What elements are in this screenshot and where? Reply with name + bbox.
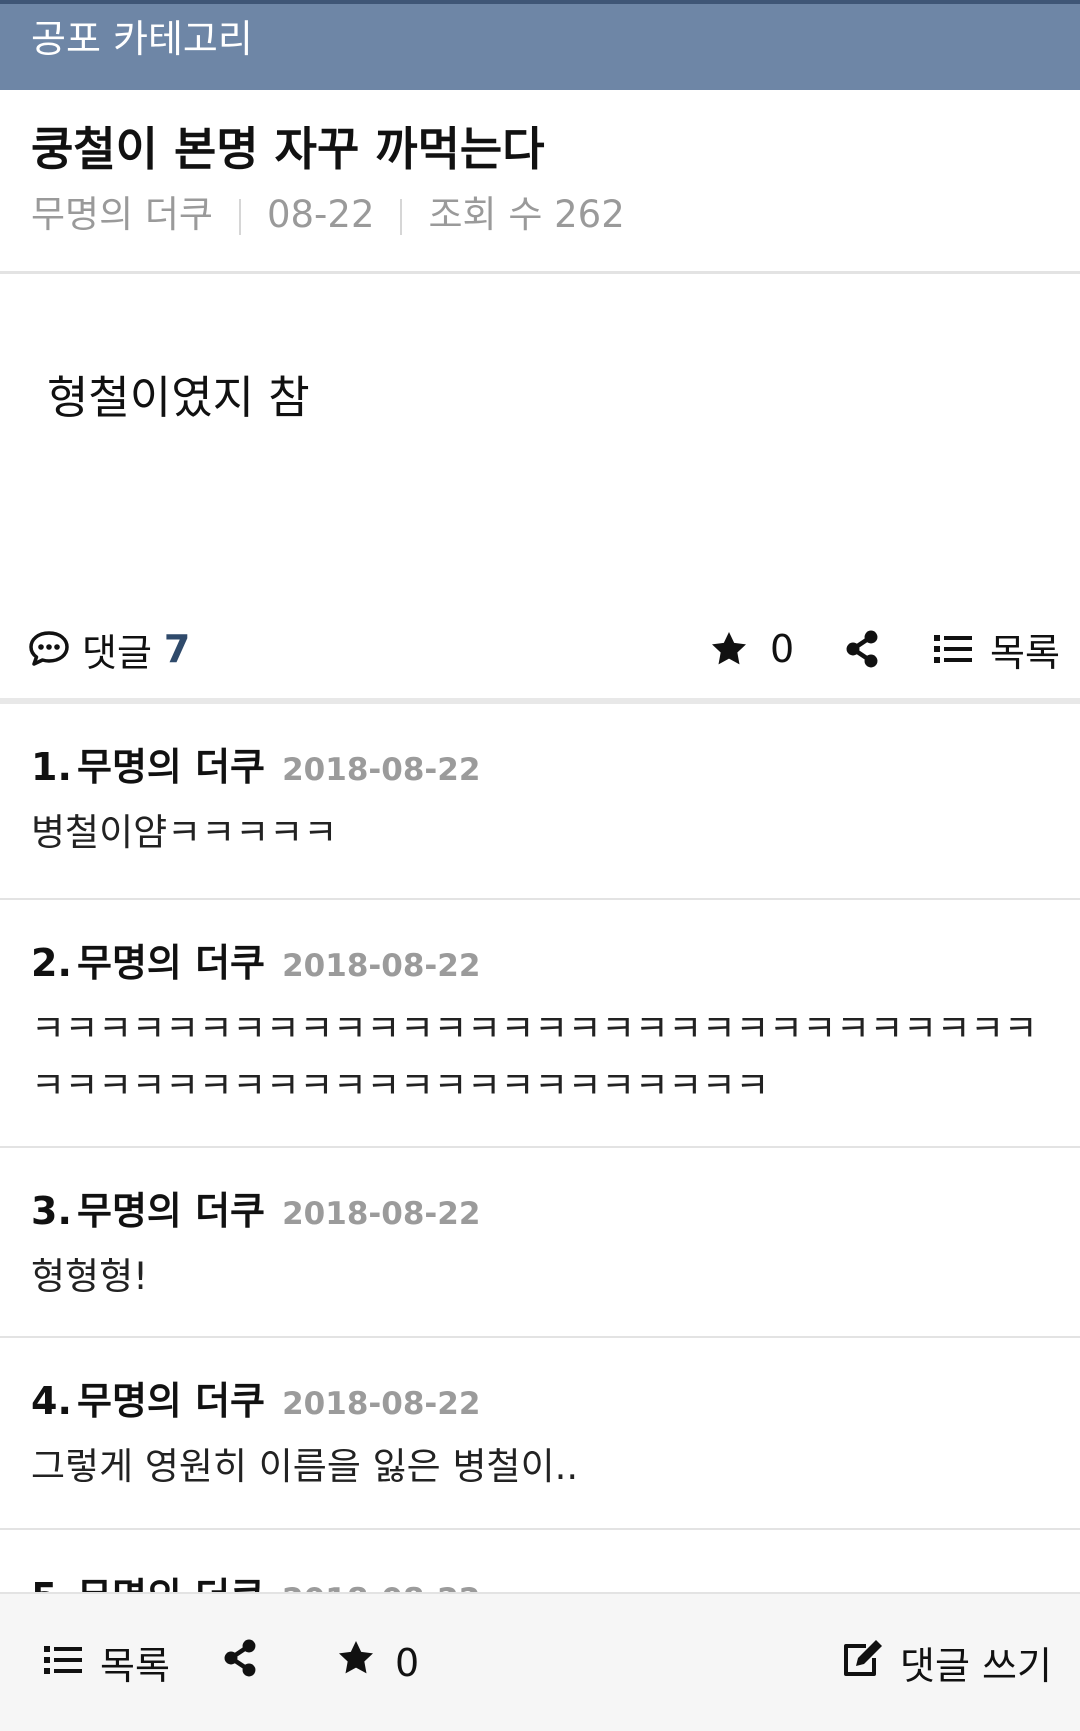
comment-author[interactable]: 무명의 더쿠 [77, 745, 265, 789]
comment-author[interactable]: 무명의 더쿠 [77, 1189, 265, 1233]
comment-item: 1. 무명의 더쿠 2018-08-22 병철이얌ㅋㅋㅋㅋㅋ [0, 704, 1080, 900]
comment-header: 3. 무명의 더쿠 2018-08-22 [31, 1184, 480, 1246]
like-button[interactable]: 0 [708, 600, 794, 698]
comment-item: 3. 무명의 더쿠 2018-08-22 형형형! [0, 1148, 1080, 1338]
category-title[interactable]: 공포 카테고리 [31, 14, 253, 64]
comment-date: 2018-08-22 [282, 752, 481, 788]
comment-item: 2. 무명의 더쿠 2018-08-22 ㅋㅋㅋㅋㅋㅋㅋㅋㅋㅋㅋㅋㅋㅋㅋㅋㅋㅋㅋ… [0, 900, 1080, 1148]
comment-item: 4. 무명의 더쿠 2018-08-22 그렇게 영원히 이름을 잃은 병철이.… [0, 1338, 1080, 1530]
comment-author[interactable]: 무명의 더쿠 [77, 941, 265, 985]
list-button[interactable]: 목록 [934, 600, 1060, 698]
comment-text: ㅋㅋㅋㅋㅋㅋㅋㅋㅋㅋㅋㅋㅋㅋㅋㅋㅋㅋㅋㅋㅋㅋㅋㅋㅋㅋㅋㅋㅋㅋㅋㅋㅋㅋㅋㅋㅋㅋㅋㅋ… [31, 1007, 1038, 1107]
comment-text: 형형형! [31, 1255, 148, 1298]
comment-header: 1. 무명의 더쿠 2018-08-22 [31, 740, 480, 802]
comments-button[interactable]: 댓글 7 [28, 600, 190, 698]
comment-text: 병철이얌ㅋㅋㅋㅋㅋ [31, 811, 338, 854]
comments-count: 7 [163, 627, 191, 671]
bottom-toolbar: 목록 0 댓글 쓰기 [0, 1592, 1080, 1731]
write-comment-label: 댓글 쓰기 [900, 1644, 1052, 1688]
post-body: 형철이였지 참 [47, 371, 310, 424]
comment-author[interactable]: 무명의 더쿠 [77, 1379, 265, 1423]
comments-label: 댓글 [82, 630, 152, 675]
post-header: 쿵철이 본명 자꾸 까먹는다 무명의 더쿠 08-22 조회 수 262 [0, 90, 1080, 274]
comment-date: 2018-08-22 [282, 1386, 481, 1422]
bottom-share-button[interactable] [222, 1594, 258, 1731]
bottom-like-button[interactable]: 0 [335, 1594, 419, 1731]
comment-index: 1. [31, 745, 72, 789]
like-count: 0 [770, 627, 795, 671]
post-title: 쿵철이 본명 자꾸 까먹는다 [31, 122, 545, 176]
comment-index: 3. [31, 1189, 72, 1233]
share-icon [222, 1638, 258, 1687]
list-label: 목록 [990, 630, 1060, 675]
star-icon [335, 1638, 377, 1687]
comment-index: 4. [31, 1379, 72, 1423]
comment-text: 그렇게 영원히 이름을 잃은 병철이.. [31, 1445, 579, 1488]
post-views: 조회 수 262 [428, 193, 625, 236]
list-icon [44, 1641, 82, 1685]
comment-date: 2018-08-22 [282, 1196, 481, 1232]
bottom-list-button[interactable]: 목록 [44, 1594, 170, 1731]
share-button[interactable] [844, 600, 880, 698]
write-comment-button[interactable]: 댓글 쓰기 [840, 1594, 1052, 1731]
post-action-bar: 댓글 7 0 목록 [0, 600, 1080, 704]
comment-bubble-icon [28, 629, 70, 669]
edit-icon [840, 1638, 884, 1687]
post-author[interactable]: 무명의 더쿠 [31, 193, 213, 236]
star-icon [708, 629, 750, 669]
category-header: 공포 카테고리 [0, 0, 1080, 90]
post-meta: 무명의 더쿠 08-22 조회 수 262 [31, 190, 625, 240]
bottom-like-count: 0 [395, 1640, 420, 1685]
list-icon [934, 633, 972, 665]
post-date: 08-22 [266, 193, 375, 236]
meta-divider [238, 198, 241, 235]
share-icon [844, 629, 880, 669]
comment-header: 4. 무명의 더쿠 2018-08-22 [31, 1374, 480, 1436]
comment-date: 2018-08-22 [282, 948, 481, 984]
comment-header: 2. 무명의 더쿠 2018-08-22 [31, 936, 480, 998]
bottom-list-label: 목록 [100, 1644, 170, 1688]
meta-divider [400, 198, 403, 235]
comment-index: 2. [31, 941, 72, 985]
